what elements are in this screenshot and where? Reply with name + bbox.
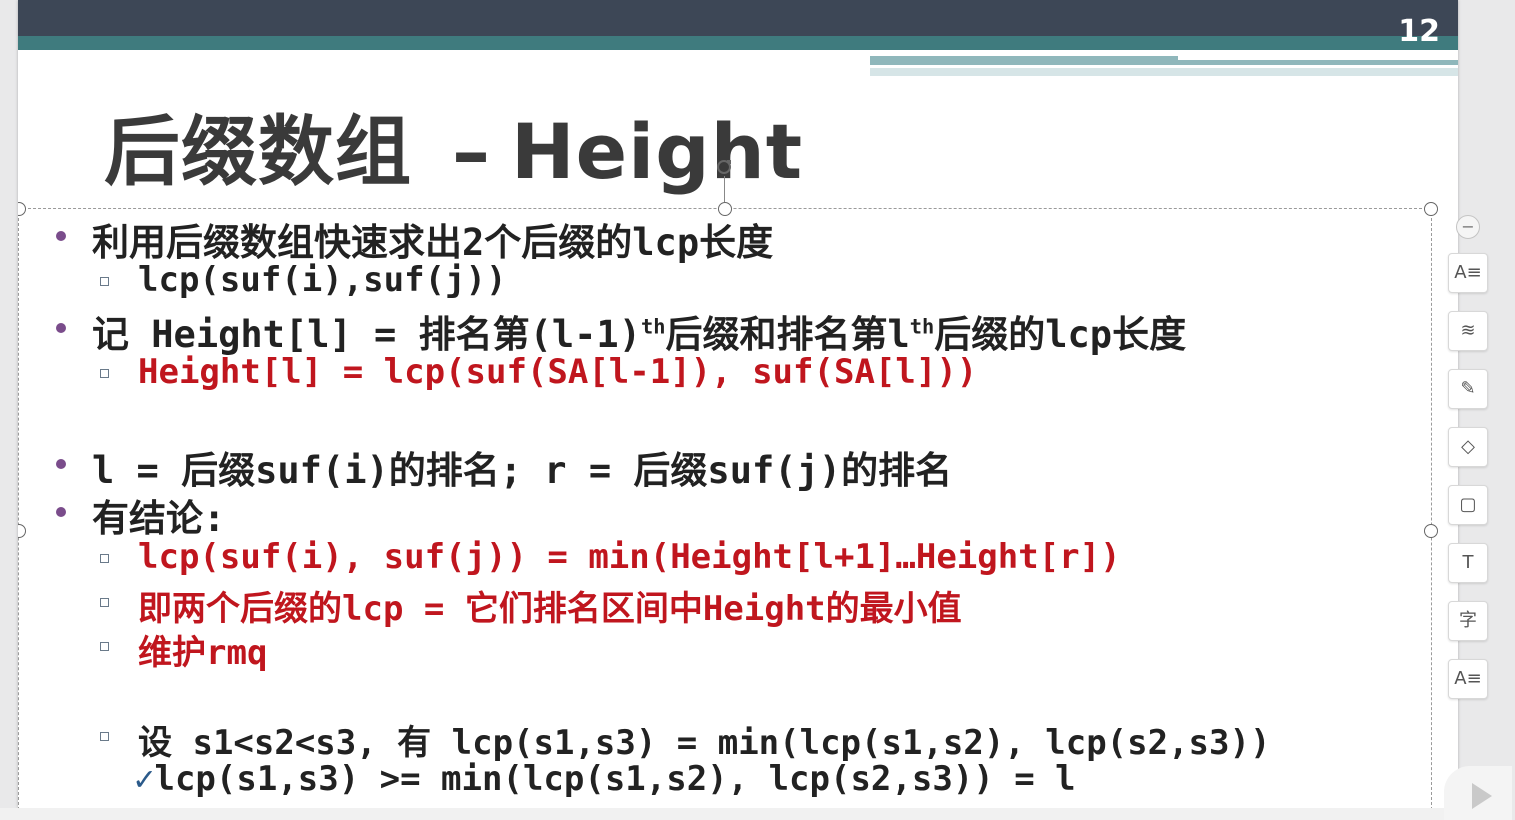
fill-bucket-icon: ◇ (1461, 436, 1475, 457)
title-chinese: 后缀数组 (104, 107, 412, 196)
slide-number: 12 (1398, 14, 1440, 49)
pen-icon: ✎ (1460, 378, 1476, 399)
bullet (56, 459, 66, 469)
sub-lemma-proof: ✓lcp(s1,s3) >= min(lcp(s1,s2), lcp(s2,s3… (134, 759, 1076, 799)
text-align-icon: A≡ (1454, 668, 1482, 689)
pen-button[interactable]: ✎ (1448, 369, 1488, 409)
sub-lemma: 设 s1<s2<s3, 有 lcp(s1,s3) = min(lcp(s1,s2… (138, 723, 1271, 763)
sub-height-formula: Height[l] = lcp(suf(SA[l-1]), suf(SA[l])… (138, 352, 978, 392)
play-icon (1472, 783, 1492, 809)
play-button[interactable] (1444, 766, 1512, 820)
bullet (56, 323, 66, 333)
slide: 12 后缀数组 – Height 利用后缀数组快速求出2个后缀的lcp长度 lcp(… (18, 0, 1458, 808)
rotate-icon (717, 160, 731, 174)
resize-handle-top-right[interactable] (1424, 202, 1438, 216)
border-button[interactable]: ▢ (1448, 485, 1488, 525)
resize-handle-right[interactable] (1424, 524, 1438, 538)
header-bar (18, 0, 1458, 36)
format-toolbar: − A≡ ≋ ✎ ◇ ▢ T 字 A≡ (1446, 215, 1490, 715)
status-bar (0, 808, 1444, 820)
font-button[interactable]: 字 (1448, 601, 1488, 641)
sub-bullet (100, 642, 109, 651)
check-icon: ✓ (134, 759, 155, 799)
sub-lcp-min: lcp(suf(i), suf(j)) = min(Height[l+1]…He… (138, 537, 1121, 577)
title-dash: – (452, 107, 491, 196)
text-align-button[interactable]: A≡ (1448, 659, 1488, 699)
layers-icon: ≋ (1460, 320, 1476, 341)
text-transform-button[interactable]: T (1448, 543, 1488, 583)
border-icon: ▢ (1459, 494, 1477, 515)
bullet (56, 231, 66, 241)
title-english: Height (511, 107, 804, 196)
fill-color-button[interactable]: ◇ (1448, 427, 1488, 467)
header-decoration (870, 68, 1458, 76)
text-transform-icon: T (1462, 552, 1474, 573)
sub-bullet (100, 598, 109, 607)
bullet-rank-def: l = 后缀suf(i)的排名; r = 后缀suf(j)的排名 (92, 449, 953, 492)
slide-title[interactable]: 后缀数组 – Height (104, 90, 803, 200)
layers-button[interactable]: ≋ (1448, 311, 1488, 351)
sub-lcp-suf: lcp(suf(i),suf(j)) (138, 260, 507, 300)
sub-bullet (100, 277, 109, 286)
text-style-icon: A≡ (1454, 262, 1482, 283)
bullet-lcp-intro: 利用后缀数组快速求出2个后缀的lcp长度 (92, 221, 774, 264)
font-icon: 字 (1459, 610, 1477, 631)
sub-bullet (100, 369, 109, 378)
sub-bullet (100, 554, 109, 563)
rotate-handle[interactable] (715, 158, 733, 176)
text-style-button[interactable]: A≡ (1448, 253, 1488, 293)
bullet (56, 507, 66, 517)
sub-bullet (100, 732, 109, 741)
sub-lcp-meaning: 即两个后缀的lcp = 它们排名区间中Height的最小值 (138, 589, 962, 629)
header-decoration (1178, 56, 1458, 60)
bullet-height-def: 记 Height[l] = 排名第(l-1)th后缀和排名第lth后缀的lcp长… (92, 313, 1187, 356)
sub-rmq: 维护rmq (138, 633, 268, 673)
header-accent-bar (18, 36, 1458, 50)
rotate-stem (724, 176, 725, 202)
bullet-conclusion: 有结论: (92, 497, 226, 540)
collapse-toolbar-button[interactable]: − (1456, 215, 1480, 239)
